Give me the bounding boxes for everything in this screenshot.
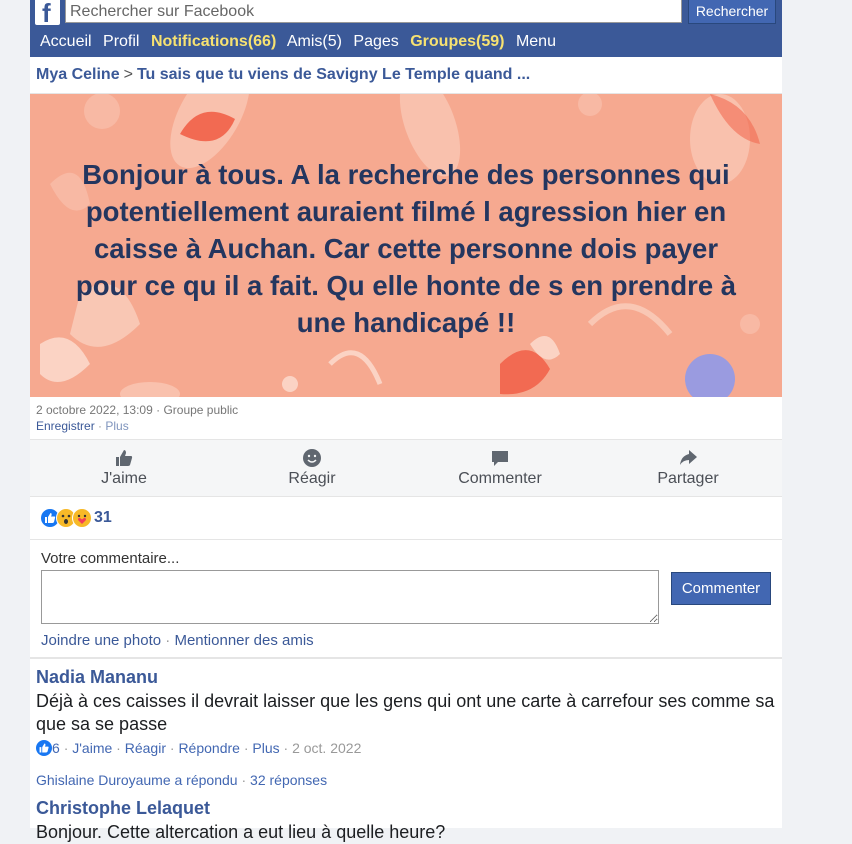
react-button[interactable]: Réagir <box>218 440 406 496</box>
like-button[interactable]: J'aime <box>30 440 218 496</box>
breadcrumb-separator: > <box>123 66 133 83</box>
thumbs-up-icon <box>116 450 133 466</box>
reply-author: Ghislaine Duroyaume a répondu <box>36 772 238 788</box>
nav-notifications[interactable]: Notifications(66) <box>151 33 276 50</box>
search-input[interactable]: Rechercher sur Facebook <box>65 0 682 23</box>
share-icon <box>680 450 697 465</box>
top-bar: f Rechercher sur Facebook Rechercher Acc… <box>30 0 782 57</box>
comment-icon <box>492 451 508 466</box>
smiley-icon <box>303 449 321 467</box>
comment-author[interactable]: Nadia Mananu <box>36 667 776 688</box>
comment-text: Bonjour. Cette altercation a eut lieu à … <box>36 822 446 842</box>
like-icon <box>36 740 52 756</box>
comment-react-link[interactable]: Réagir <box>125 740 166 756</box>
react-label: Réagir <box>288 470 336 487</box>
care-icon <box>72 508 92 528</box>
comment-text: Déjà à ces caisses il devrait laisser qu… <box>36 691 775 734</box>
post-date[interactable]: 2 octobre 2022, 13:09 <box>36 403 153 417</box>
nav-profile[interactable]: Profil <box>103 33 139 50</box>
save-link[interactable]: Enregistrer <box>36 419 95 433</box>
comment-author[interactable]: Christophe Lelaquet <box>36 798 776 819</box>
nav-pages[interactable]: Pages <box>353 33 398 50</box>
composer-links: Joindre une photo · Mentionner des amis <box>41 632 314 649</box>
search-button[interactable]: Rechercher <box>688 0 776 24</box>
comment-date[interactable]: 2 oct. 2022 <box>292 740 361 756</box>
breadcrumb: Mya Celine > Tu sais que tu viens de Savig… <box>30 57 782 94</box>
more-link[interactable]: Plus <box>105 419 128 433</box>
comment-input[interactable] <box>41 570 659 624</box>
facebook-logo-icon[interactable]: f <box>35 0 60 28</box>
attach-photo-link[interactable]: Joindre une photo <box>41 632 161 649</box>
nav-menu[interactable]: Menu <box>516 33 556 50</box>
mention-friends-link[interactable]: Mentionner des amis <box>174 632 313 649</box>
comment-like-count[interactable]: 6 <box>52 740 60 756</box>
nav-groups[interactable]: Groupes(59) <box>410 33 504 50</box>
page: f Rechercher sur Facebook Rechercher Acc… <box>30 0 782 842</box>
reaction-count[interactable]: 31 <box>94 509 112 527</box>
comment-like-link[interactable]: J'aime <box>72 740 112 756</box>
reactions-summary[interactable]: 31 <box>30 497 782 540</box>
nav-home[interactable]: Accueil <box>40 33 92 50</box>
reply-count: 32 réponses <box>250 772 328 788</box>
main-nav: Accueil Profil Notifications(66) Amis(5)… <box>40 33 563 51</box>
like-label: J'aime <box>101 470 147 487</box>
comment-item: Christophe Lelaquet Bonjour. Cette alter… <box>30 788 782 844</box>
comment-item: Nadia Mananu Déjà à ces caisses il devra… <box>30 659 782 788</box>
comment-button[interactable]: Commenter <box>406 440 594 496</box>
comment-more-link[interactable]: Plus <box>252 740 279 756</box>
post-text: Bonjour à tous. A la recherche des perso… <box>75 159 737 338</box>
comment-label: Votre commentaire... <box>41 550 180 567</box>
post-audience: Groupe public <box>163 403 239 417</box>
comment-replies[interactable]: Ghislaine Duroyaume a répondu · 32 répon… <box>36 772 776 788</box>
post-background: Bonjour à tous. A la recherche des perso… <box>30 94 782 397</box>
nav-friends[interactable]: Amis(5) <box>287 33 342 50</box>
share-button[interactable]: Partager <box>594 440 782 496</box>
submit-comment-button[interactable]: Commenter <box>671 572 771 605</box>
post-links: Enregistrer · Plus <box>36 419 129 433</box>
share-label: Partager <box>657 470 719 487</box>
breadcrumb-group[interactable]: Tu sais que tu viens de Savigny Le Templ… <box>137 66 530 83</box>
comment-reply-link[interactable]: Répondre <box>178 740 240 756</box>
comment-actions: 6 · J'aime · Réagir · Répondre · Plus · … <box>36 740 776 756</box>
comment-label: Commenter <box>458 470 542 487</box>
breadcrumb-author[interactable]: Mya Celine <box>36 66 120 83</box>
post-meta: 2 octobre 2022, 13:09 · Groupe public <box>36 403 239 417</box>
action-bar: J'aime Réagir Commenter Partager <box>30 439 782 497</box>
comment-composer: Votre commentaire... Commenter Joindre u… <box>30 540 782 659</box>
